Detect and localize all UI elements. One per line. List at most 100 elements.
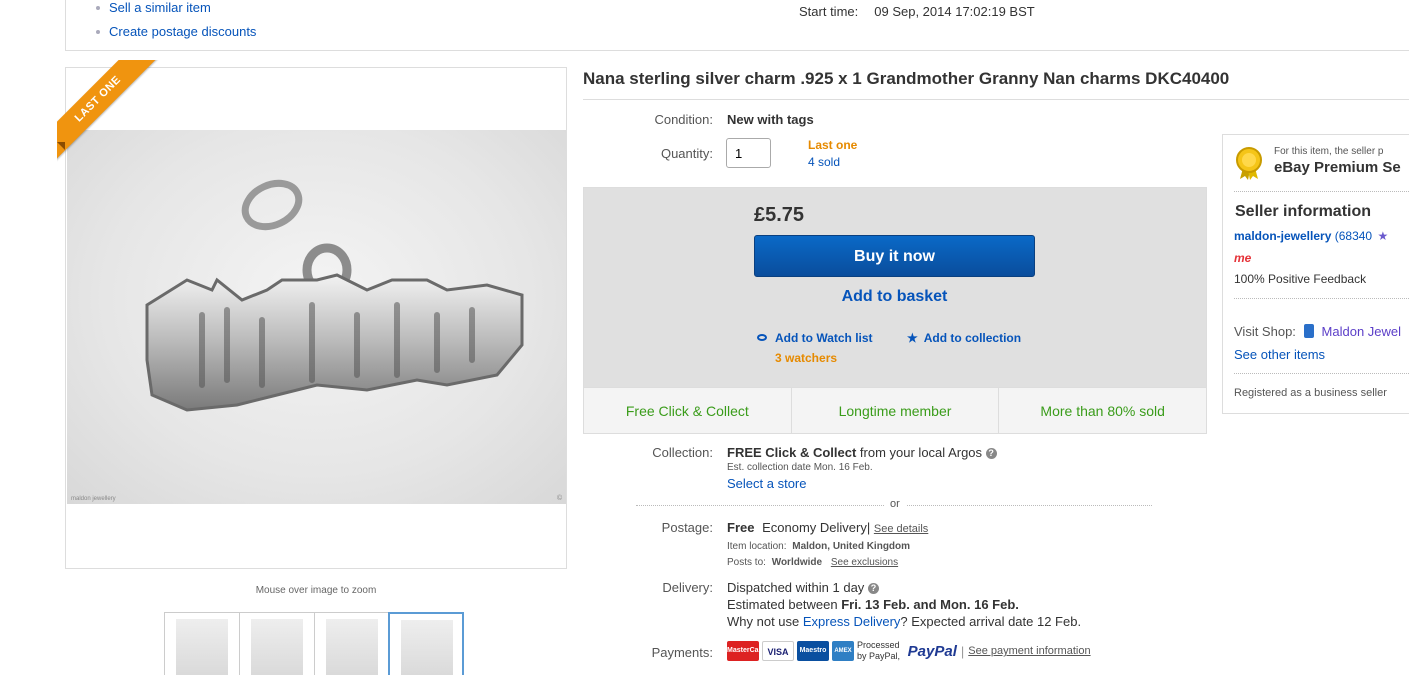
express-delivery-link[interactable]: Express Delivery (803, 614, 901, 629)
see-payment-info-link[interactable]: See payment information (968, 645, 1090, 657)
premium-seller-medal-icon (1233, 146, 1265, 180)
sold-count-link[interactable]: 4 sold (808, 155, 840, 169)
amex-icon: AMEX (832, 641, 854, 661)
seller-divider (1234, 373, 1409, 374)
maestro-icon: Maestro (797, 641, 829, 661)
posts-to-label: Posts to: (727, 557, 766, 568)
postage-label: Postage: (661, 520, 713, 535)
price: £5.75 (754, 204, 805, 226)
add-to-watch-list-link[interactable]: Add to Watch list (757, 331, 873, 345)
item-location-label: Item location: (727, 541, 787, 552)
seller-name-row: maldon-jewellery (68340 ★ (1234, 229, 1388, 243)
condition-value: New with tags (727, 112, 814, 127)
seller-info-title: Seller information (1235, 203, 1372, 220)
sell-similar-link[interactable]: Sell a similar item (96, 0, 256, 24)
select-store-link[interactable]: Select a store (727, 476, 807, 491)
last-one-badge: LAST ONE (57, 60, 161, 162)
positive-feedback: 100% Positive Feedback (1234, 272, 1367, 286)
thumbnail-3[interactable] (314, 612, 390, 675)
item-title: Nana sterling silver charm .925 x 1 Gran… (583, 69, 1230, 88)
help-icon[interactable]: ? (985, 448, 997, 459)
top-links: Sell a similar item Create postage disco… (96, 0, 256, 48)
me-badge-icon[interactable]: me (1234, 251, 1251, 265)
shop-icon (1303, 324, 1314, 338)
visit-shop-label: Visit Shop: (1234, 324, 1296, 339)
collection-label: Add to collection (923, 331, 1022, 345)
payments-label: Payments: (651, 645, 713, 660)
see-exclusions-link[interactable]: See exclusions (831, 557, 898, 568)
last-one-text: Last one (808, 138, 858, 152)
paypal-logo: PayPal (907, 642, 957, 660)
seller-name-link[interactable]: maldon-jewellery (1234, 229, 1331, 243)
quantity-label: Quantity: (660, 146, 713, 161)
why-suffix: ? Expected arrival date 12 Feb. (900, 614, 1082, 629)
visa-icon: VISA (762, 641, 794, 661)
thumbnail-image (326, 619, 378, 675)
mastercard-icon: MasterCard (727, 641, 766, 661)
thumbnail-image (176, 619, 228, 675)
estimated-dates: Fri. 13 Feb. and Mon. 16 Feb. (841, 597, 1019, 612)
premium-note: For this item, the seller p (1274, 146, 1384, 157)
buy-it-now-button[interactable]: Buy it now (754, 235, 1035, 277)
see-details-link[interactable]: See details (874, 523, 928, 535)
svg-text:©: © (557, 494, 563, 502)
start-time: Start time: 09 Sep, 2014 17:02:19 BST (799, 4, 1035, 19)
postage-free: Free (727, 520, 755, 535)
title-divider (583, 99, 1409, 100)
thumbnail-1[interactable] (164, 612, 240, 675)
postage-service: Economy Delivery (762, 520, 867, 535)
collection-value: FREE Click & Collect from your local Arg… (727, 445, 997, 460)
watch-list-label: Add to Watch list (775, 331, 873, 345)
delivery-label: Delivery: (662, 580, 713, 595)
processed-by: Processed by PayPal, (857, 640, 901, 661)
item-location-value: Maldon, United Kingdom (792, 541, 911, 552)
estimated-prefix: Estimated between (727, 597, 842, 612)
seller-divider (1234, 298, 1409, 299)
feature-sold-percent: More than 80% sold (1040, 403, 1165, 419)
item-location: Item location: Maldon, United Kingdom (727, 541, 910, 552)
top-panel (65, 0, 1409, 51)
shop-name-link[interactable]: Maldon Jewel (1322, 324, 1402, 339)
processed-text: Processed (857, 640, 900, 650)
postage-value: Free Economy Delivery| See details (727, 520, 929, 535)
dispatched: Dispatched within 1 day ? (727, 580, 879, 595)
product-photo[interactable]: maldon jewellery © (67, 130, 566, 504)
condition-label: Condition: (654, 112, 713, 127)
watchers-count: 3 watchers (775, 351, 838, 365)
thumbnail-2[interactable] (239, 612, 315, 675)
premium-title: eBay Premium Se (1274, 159, 1401, 176)
seller-divider (1234, 191, 1409, 192)
add-to-basket-link[interactable]: Add to basket (754, 288, 1035, 306)
collection-from: from your local Argos (856, 445, 983, 460)
collection-est-date: Est. collection date Mon. 16 Feb. (727, 462, 873, 473)
create-postage-discounts-link[interactable]: Create postage discounts (96, 24, 256, 48)
start-time-label: Start time: (799, 4, 859, 19)
nana-charm-image: maldon jewellery © (71, 179, 563, 502)
see-other-items-link[interactable]: See other items (1234, 347, 1325, 362)
collection-label: Collection: (652, 445, 713, 460)
free-click-collect: FREE Click & Collect (727, 445, 857, 460)
express-delivery-line: Why not use Express Delivery? Expected a… (727, 614, 1081, 629)
thumbnail-image (401, 620, 453, 675)
help-icon[interactable]: ? (867, 583, 879, 594)
eye-icon (757, 334, 767, 341)
or-text: or (884, 498, 906, 510)
add-to-collection-link[interactable]: ★ Add to collection (907, 331, 1021, 345)
feature-longtime-member: Longtime member (792, 388, 1000, 433)
payment-methods: MasterCard VISA Maestro AMEXProcessed by Pay… (727, 640, 1091, 661)
thumbnail-4-selected[interactable] (388, 612, 464, 675)
quantity-input[interactable] (726, 138, 771, 168)
svg-text:maldon jewellery: maldon jewellery (71, 496, 116, 502)
feature-row: Free Click & Collect Longtime member Mor… (584, 387, 1206, 433)
feedback-score-link[interactable]: (68340 (1335, 229, 1372, 243)
zoom-hint: Mouse over image to zoom (255, 585, 377, 596)
thumbnail-image (251, 619, 303, 675)
registered-business-seller: Registered as a business seller (1234, 387, 1387, 399)
posts-to: Posts to: Worldwide See exclusions (727, 557, 898, 568)
start-time-value: 09 Sep, 2014 17:02:19 BST (874, 4, 1035, 19)
ribbon-fold (57, 142, 65, 150)
why-prefix: Why not use (727, 614, 803, 629)
posts-to-value: Worldwide (771, 557, 823, 568)
by-paypal-text: by PayPal (857, 651, 898, 661)
last-one-ribbon: LAST ONE (57, 60, 167, 170)
